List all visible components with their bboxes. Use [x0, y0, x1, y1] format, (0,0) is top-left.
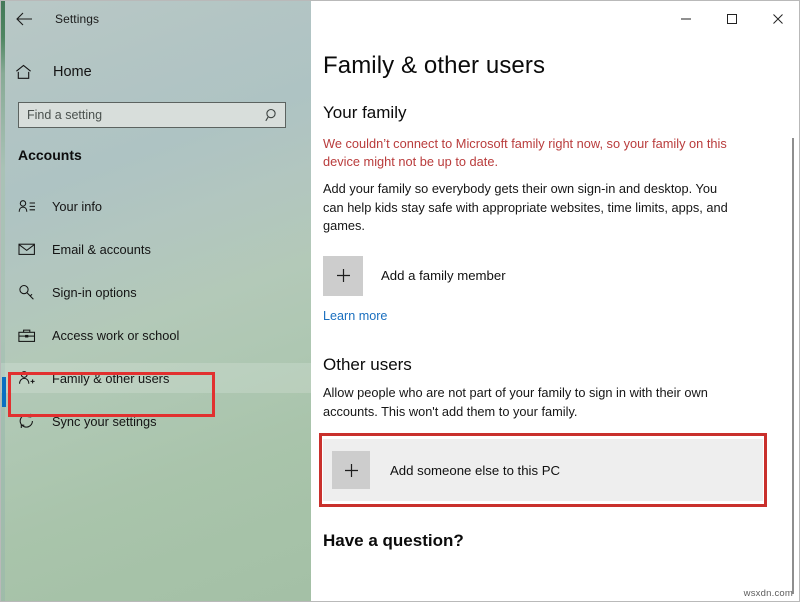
have-a-question-heading: Have a question?: [323, 531, 464, 551]
briefcase-icon: [18, 325, 44, 345]
sidebar-item-access-work-school-label: Access work or school: [52, 327, 180, 343]
learn-more-link[interactable]: Learn more: [323, 309, 387, 323]
add-someone-else-label: Add someone else to this PC: [390, 462, 561, 478]
selected-item-accent-bar: [2, 377, 6, 407]
sidebar-titlebar: Settings: [1, 1, 311, 37]
plus-icon: [332, 451, 370, 490]
sidebar-item-home-label: Home: [53, 64, 92, 80]
main-content: Family & other users Your family We coul…: [311, 1, 799, 601]
sidebar-item-email-accounts[interactable]: Email & accounts: [1, 234, 311, 264]
watermark: wsxdn.com: [743, 588, 793, 599]
sync-icon: [18, 411, 44, 431]
sidebar-item-family-other-users[interactable]: Family & other users: [1, 363, 311, 393]
person-add-icon: [18, 368, 44, 388]
scrollbar-track[interactable]: [792, 41, 798, 596]
other-users-description: Allow people who are not part of your fa…: [323, 384, 708, 419]
sidebar-category-title: Accounts: [18, 147, 82, 163]
home-icon: [15, 64, 43, 80]
search-icon[interactable]: [259, 108, 285, 122]
page-title: Family & other users: [323, 52, 546, 79]
sidebar-item-family-other-users-label: Family & other users: [52, 370, 170, 386]
sidebar-item-your-info-label: Your info: [52, 198, 103, 214]
key-icon: [18, 282, 44, 302]
scrollbar-thumb[interactable]: [792, 138, 794, 594]
app-title: Settings: [55, 12, 100, 26]
sidebar-item-your-info[interactable]: Your info: [1, 191, 311, 221]
settings-window: Settings Home Accounts: [0, 0, 800, 602]
search-box[interactable]: [18, 102, 286, 128]
sidebar-item-sign-in-options[interactable]: Sign-in options: [1, 277, 311, 307]
sidebar-item-sync-your-settings-label: Sync your settings: [52, 413, 157, 429]
add-family-member-button[interactable]: Add a family member: [323, 255, 778, 296]
sidebar-item-sign-in-options-label: Sign-in options: [52, 284, 137, 300]
sidebar-item-sync-your-settings[interactable]: Sync your settings: [1, 406, 311, 436]
sidebar-item-access-work-school[interactable]: Access work or school: [1, 320, 311, 350]
your-family-description: Add your family so everybody gets their …: [323, 181, 728, 234]
content-column: Family & other users Your family We coul…: [319, 1, 778, 551]
back-arrow-icon[interactable]: [1, 1, 47, 37]
sidebar: Settings Home Accounts: [1, 1, 311, 601]
plus-icon: [323, 255, 363, 296]
envelope-icon: [18, 239, 44, 259]
add-family-member-label: Add a family member: [381, 268, 506, 284]
person-info-icon: [18, 196, 44, 216]
other-users-heading: Other users: [323, 354, 412, 374]
family-connection-error-text: We couldn’t connect to Microsoft family …: [323, 136, 727, 170]
search-input[interactable]: [19, 108, 259, 122]
your-family-heading: Your family: [323, 103, 407, 122]
sidebar-item-home[interactable]: Home: [15, 57, 285, 87]
sidebar-nav: Your info Email & accounts Sign-in optio…: [1, 191, 311, 449]
sidebar-item-email-accounts-label: Email & accounts: [52, 241, 151, 257]
add-someone-else-to-this-pc-button[interactable]: Add someone else to this PC: [323, 439, 763, 502]
add-someone-else-highlight-wrapper: Add someone else to this PC: [319, 433, 767, 508]
